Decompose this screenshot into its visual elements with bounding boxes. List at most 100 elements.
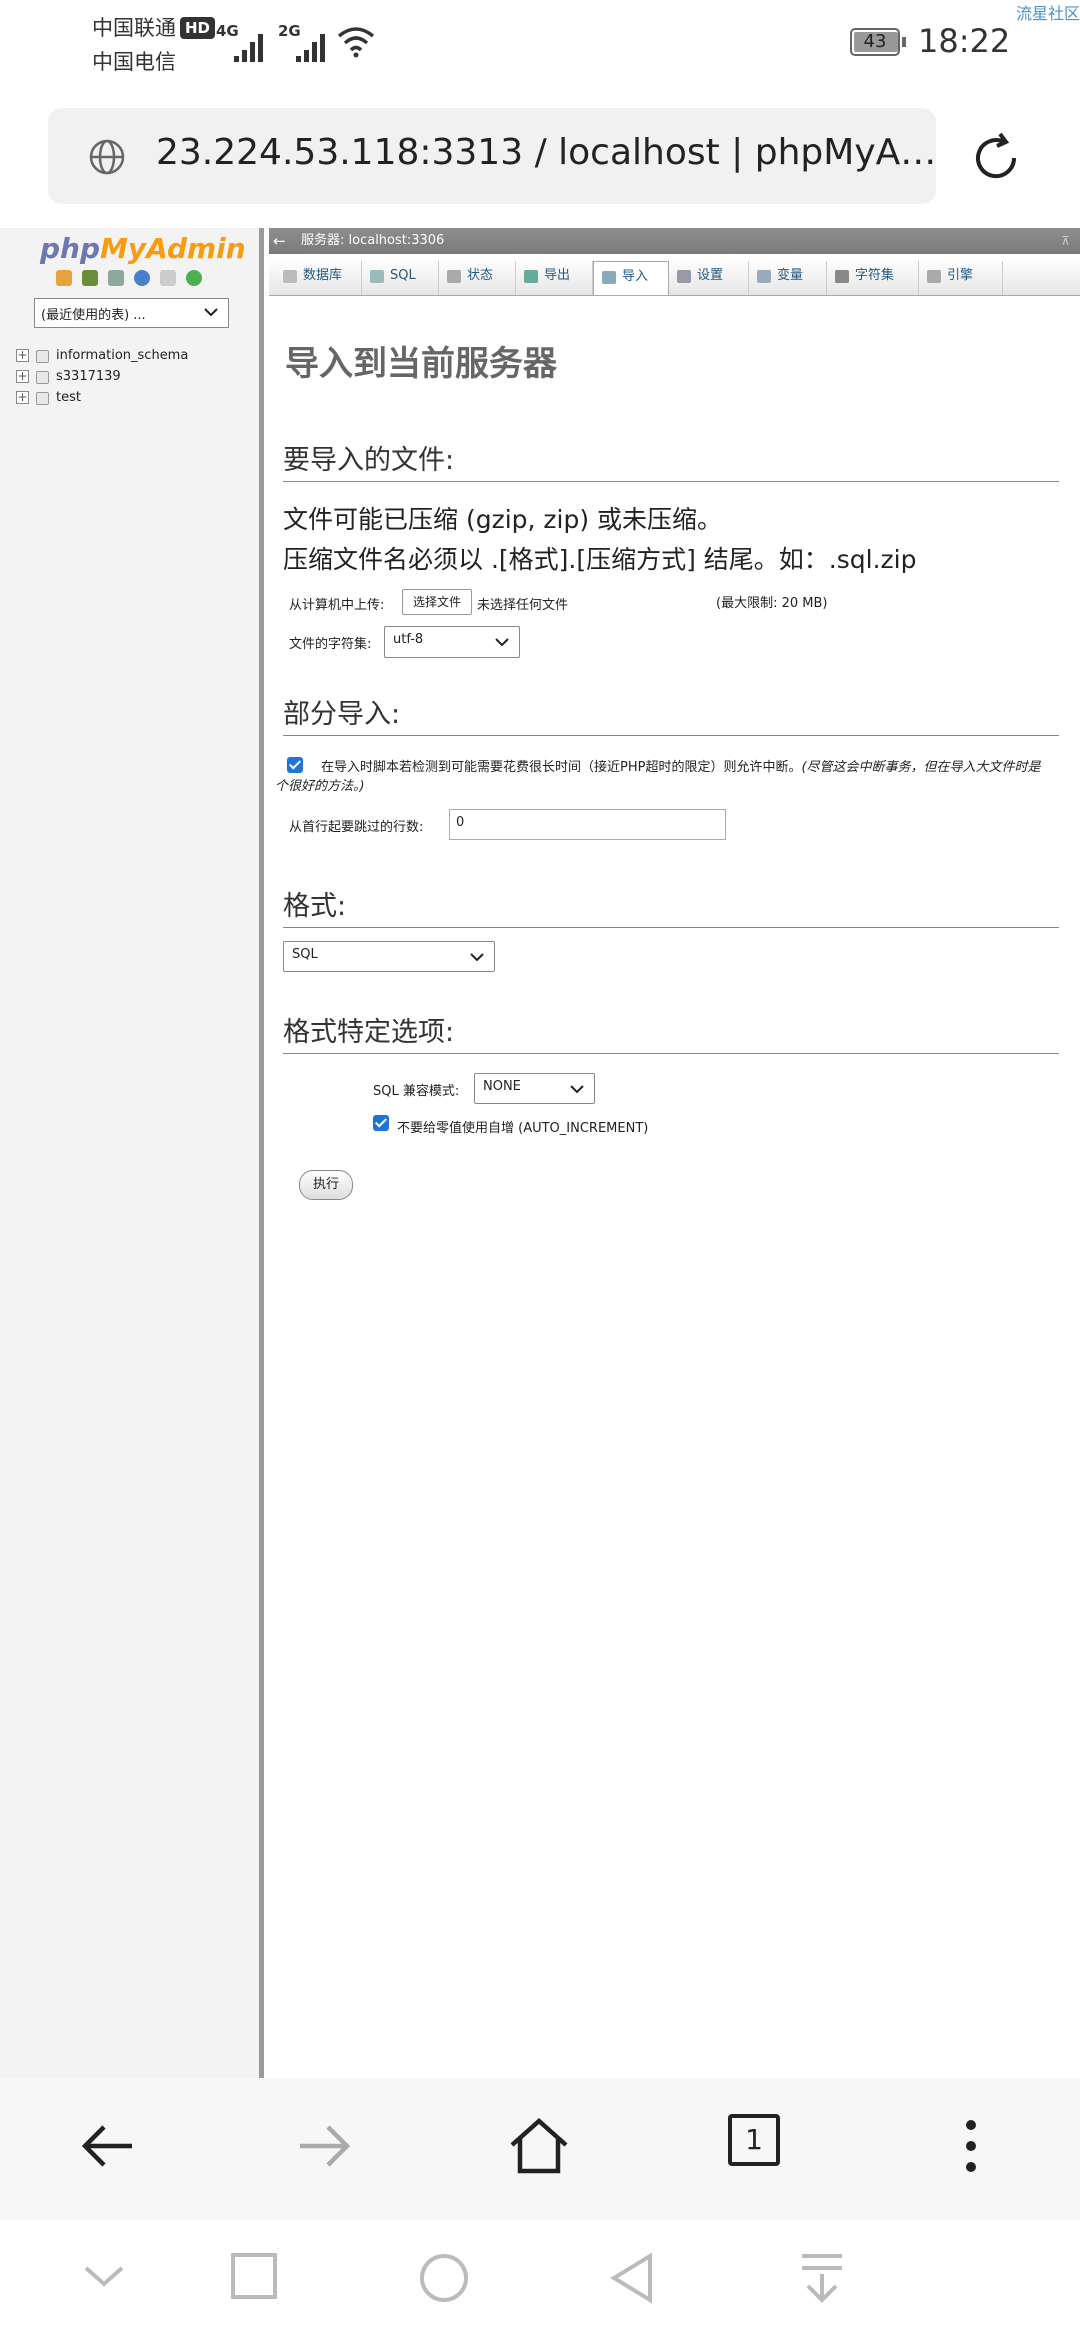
recent-tables-value: (最近使用的表) ... — [41, 308, 146, 323]
home-icon[interactable] — [506, 2113, 572, 2179]
help-icon[interactable] — [134, 270, 151, 286]
carrier-1-label: 中国联通 — [92, 16, 176, 40]
upload-label: 从计算机中上传: — [289, 598, 385, 613]
tab-label: 变量 — [777, 268, 804, 283]
tab-label: SQL — [390, 268, 416, 283]
format-select[interactable]: SQL — [283, 941, 495, 972]
compress-info-2: 压缩文件名必须以 .[格式].[压缩方式] 结尾。如：.sql.zip — [283, 545, 917, 574]
collapse-icon[interactable]: ⊼ — [1061, 228, 1070, 254]
home-icon[interactable] — [56, 270, 72, 286]
chevron-down-icon — [470, 953, 484, 962]
more-menu-icon[interactable] — [956, 2113, 986, 2179]
hd-badge: HD — [180, 17, 216, 39]
go-button[interactable]: 执行 — [299, 1170, 353, 1200]
system-nav-bar — [0, 2220, 1080, 2340]
back-arrow-icon[interactable]: ← — [273, 228, 286, 254]
charset-value: utf-8 — [393, 632, 424, 647]
wrench-icon — [677, 270, 691, 283]
tab-label: 状态 — [467, 268, 494, 283]
db-name[interactable]: s3317139 — [56, 369, 121, 384]
skip-rows-input[interactable]: 0 — [449, 809, 726, 840]
no-auto-increment-label: 不要给零值使用自增 (AUTO_INCREMENT) — [397, 1121, 649, 1136]
choose-file-button[interactable]: 选择文件 — [402, 589, 472, 615]
db-name[interactable]: test — [56, 390, 81, 405]
top-tabs: 数据库 SQL 状态 导出 导入 设置 变量 字符集 引擎 — [269, 258, 1080, 296]
hide-keyboard-icon[interactable] — [80, 2252, 128, 2300]
main-panel: ← 服务器: localhost:3306 ⊼ 数据库 SQL 状态 导出 导入… — [269, 228, 1080, 2078]
db-item-information-schema[interactable]: + information_schema — [14, 346, 188, 367]
charset-icon — [835, 270, 849, 283]
wifi-icon — [337, 27, 375, 58]
tab-engines[interactable]: 引擎 — [919, 261, 1003, 295]
export-icon — [524, 270, 538, 283]
address-bar[interactable]: 23.224.53.118:3313 / localhost | phpMyA… — [48, 108, 936, 204]
notification-pull-icon[interactable] — [798, 2252, 846, 2304]
tab-import[interactable]: 导入 — [593, 261, 669, 295]
nav-icons — [56, 270, 207, 288]
charset-select[interactable]: utf-8 — [384, 626, 520, 658]
database-tree: + information_schema + s3317139 + test — [14, 346, 188, 409]
compat-mode-select[interactable]: NONE — [474, 1073, 595, 1104]
section-partial-heading: 部分导入: — [283, 692, 1059, 736]
chevron-down-icon — [204, 308, 218, 317]
logo-php: php — [40, 232, 101, 265]
server-label[interactable]: 服务器: localhost:3306 — [301, 228, 444, 254]
expand-icon[interactable]: + — [16, 391, 29, 404]
tab-status[interactable]: 状态 — [439, 261, 516, 295]
reload-icon[interactable] — [966, 128, 1026, 188]
db-name[interactable]: information_schema — [56, 348, 188, 363]
database-icon — [36, 350, 49, 363]
db-item-s3317139[interactable]: + s3317139 — [14, 367, 188, 388]
query-window-icon[interactable] — [108, 270, 125, 286]
tab-label: 引擎 — [947, 268, 974, 283]
tab-databases[interactable]: 数据库 — [275, 261, 362, 295]
reload-nav-icon[interactable] — [186, 270, 203, 286]
max-size-text: (最大限制: 20 MB) — [716, 596, 828, 611]
db-item-test[interactable]: + test — [14, 388, 188, 409]
format-value: SQL — [292, 947, 318, 962]
address-text[interactable]: 23.224.53.118:3313 / localhost | phpMyA… — [156, 132, 936, 173]
tab-label: 设置 — [697, 268, 724, 283]
tab-label: 导入 — [622, 269, 649, 284]
tab-export[interactable]: 导出 — [516, 261, 593, 295]
tab-variables[interactable]: 变量 — [749, 261, 827, 295]
recents-icon[interactable] — [230, 2252, 278, 2300]
database-icon — [283, 270, 297, 283]
engine-icon — [927, 270, 941, 283]
tab-label: 数据库 — [303, 268, 343, 283]
recent-tables-select[interactable]: (最近使用的表) ... — [34, 298, 229, 328]
tab-charsets[interactable]: 字符集 — [827, 261, 919, 295]
section-format-options-heading: 格式特定选项: — [283, 1010, 1059, 1054]
server-breadcrumb: ← 服务器: localhost:3306 ⊼ — [269, 228, 1080, 254]
carrier-2: 中国电信 — [92, 50, 176, 74]
logo-myadmin: MyAdmin — [100, 232, 246, 265]
compat-mode-value: NONE — [483, 1079, 521, 1094]
phpmyadmin-page: phpMyAdmin (最近使用的表) ... + information_sch… — [0, 228, 1080, 2078]
tab-count-button[interactable]: 1 — [728, 2114, 780, 2166]
chevron-down-icon — [570, 1085, 584, 1094]
docs-icon[interactable] — [160, 270, 177, 286]
status-bar: 中国联通 HD 中国电信 4G 2G 43 18:22 流星社区 — [0, 0, 1080, 100]
browser-toolbar: 1 — [0, 2078, 1080, 2220]
pma-logo[interactable]: phpMyAdmin — [40, 232, 246, 265]
partial-text: 在导入时脚本若检测到可能需要花费很长时间（接近PHP超时的限定）则允许中断。 — [321, 760, 802, 775]
tab-settings[interactable]: 设置 — [669, 261, 749, 295]
globe-icon — [89, 139, 125, 175]
tab-label: 字符集 — [855, 268, 895, 283]
no-auto-increment-checkbox[interactable] — [373, 1115, 389, 1131]
logout-icon[interactable] — [82, 270, 99, 286]
back-icon[interactable] — [76, 2113, 142, 2179]
back-triangle-icon[interactable] — [608, 2252, 656, 2304]
compat-mode-label: SQL 兼容模式: — [373, 1084, 460, 1099]
watermark: 流星社区 — [1015, 4, 1080, 23]
battery-level: 43 — [863, 31, 887, 52]
variables-icon — [757, 270, 771, 283]
home-circle-icon[interactable] — [418, 2252, 470, 2304]
skip-rows-label: 从首行起要跳过的行数: — [289, 820, 424, 835]
expand-icon[interactable]: + — [16, 370, 29, 383]
forward-icon[interactable] — [290, 2113, 356, 2179]
sql-icon — [370, 270, 384, 283]
section-format-heading: 格式: — [283, 884, 1059, 928]
expand-icon[interactable]: + — [16, 349, 29, 362]
tab-sql[interactable]: SQL — [362, 261, 439, 295]
